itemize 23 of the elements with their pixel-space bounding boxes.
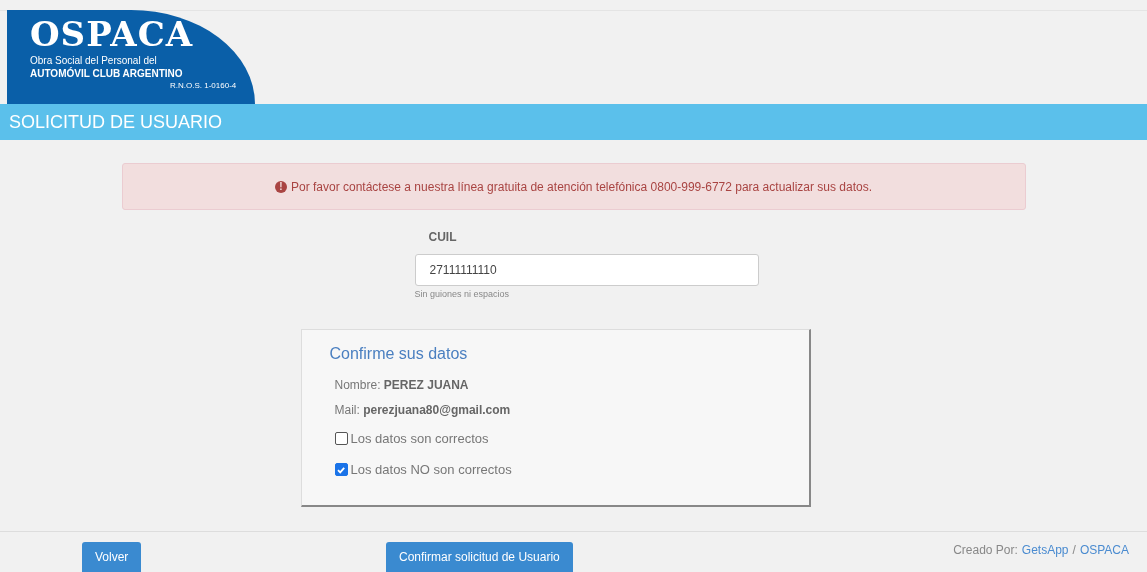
alert-text: Por favor contáctese a nuestra línea gratuita de atención telefónica 0800-999-6772 para actualizar sus datos. [290, 179, 872, 194]
cuil-input-field[interactable]: 27111111110 [414, 254, 759, 286]
help-text: Sin guiones ni espacios [414, 289, 511, 299]
back-button[interactable]: Volver [82, 542, 142, 572]
panel-title: Confirme sus datos [329, 345, 469, 363]
data-field: Nombre: PEREZ JUANA [334, 373, 781, 398]
credits-link[interactable]: GetsApp [1021, 543, 1069, 557]
checkbox-label: Los datos NO son correctos [350, 462, 512, 477]
checkbox[interactable] [334, 463, 348, 476]
credits-link[interactable]: OSPACA [1079, 543, 1129, 557]
logo-organization: AUTOMÓVIL CLUB ARGENTINO [30, 67, 184, 81]
credits-text: Creado Por: [953, 543, 1018, 557]
data-field: Mail: perezjuana80@gmail.com [334, 398, 781, 423]
exclamation-icon: ! [274, 180, 287, 193]
page-title: SOLICITUD DE USUARIO [9, 111, 223, 133]
logo-title: OSPACA [30, 16, 195, 52]
checkbox[interactable] [334, 432, 348, 445]
submit-button[interactable]: Confirmar solicitud de Usuario [386, 542, 573, 572]
cuil-label: CUIL [428, 230, 458, 244]
checkbox-label: Los datos son correctos [350, 431, 489, 446]
logo-subtitle: Obra Social del Personal del [30, 55, 158, 67]
separator-text: / [1072, 543, 1076, 557]
logo-registry: R.N.O.S. 1-0160-4 [170, 81, 238, 91]
